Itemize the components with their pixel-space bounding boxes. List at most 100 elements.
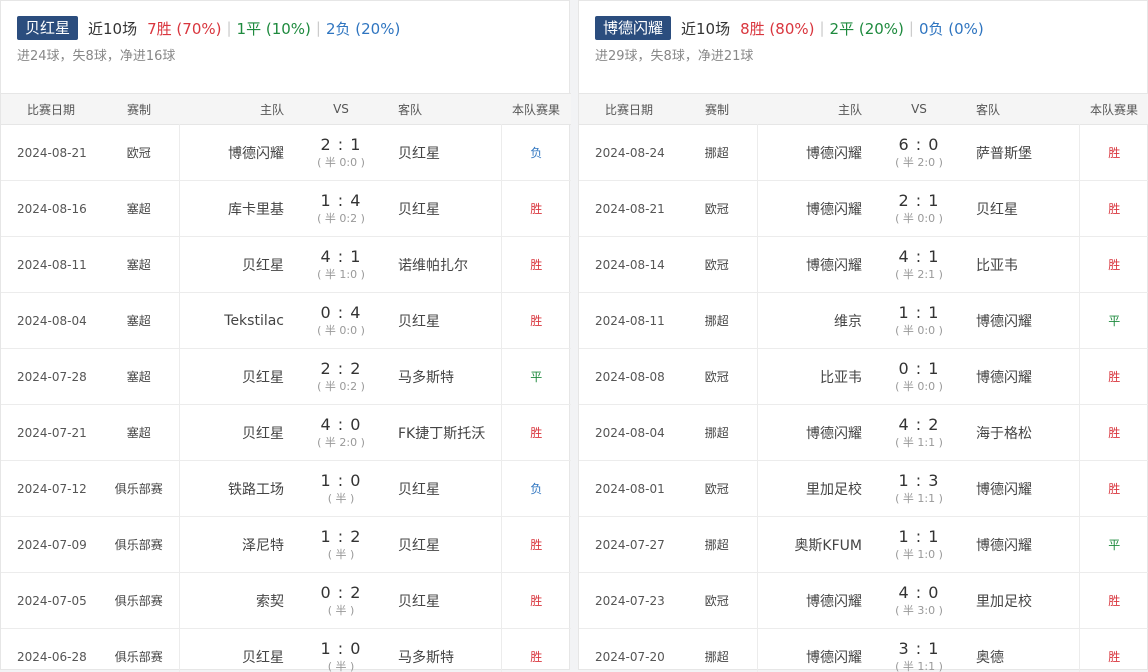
away-team[interactable]: 萨普斯堡 <box>962 124 1080 181</box>
away-team[interactable]: FK捷丁斯托沃 <box>384 404 502 461</box>
home-team[interactable]: 博德闪耀 <box>179 125 298 181</box>
losses-stat: 2负 (20%) <box>325 19 401 38</box>
full-time-score: 1 : 4 <box>320 190 362 210</box>
home-team[interactable]: 贝红星 <box>179 629 298 672</box>
match-row[interactable]: 2024-08-24 挪超 博德闪耀 6 : 0( 半 2:0 ) 萨普斯堡胜 <box>579 124 1148 181</box>
half-time-score: ( 半 2:1 ) <box>895 267 943 281</box>
away-team[interactable]: 博德闪耀 <box>962 460 1080 517</box>
match-row[interactable]: 2024-07-20 挪超 博德闪耀 3 : 1( 半 1:1 ) 奥德胜 <box>579 628 1148 672</box>
home-team[interactable]: 铁路工场 <box>179 461 298 517</box>
match-row[interactable]: 2024-08-11 挪超 维京 1 : 1( 半 0:0 ) 博德闪耀平 <box>579 292 1148 349</box>
match-date: 2024-08-24 <box>595 145 665 160</box>
header-result: 本队赛果 <box>511 102 560 117</box>
wins-stat: 7胜 (70%) <box>147 19 222 38</box>
home-team[interactable]: 博德闪耀 <box>757 405 876 461</box>
match-date: 2024-06-28 <box>17 649 87 664</box>
away-team[interactable]: 贝红星 <box>384 572 502 629</box>
match-row[interactable]: 2024-07-12 俱乐部赛 铁路工场 1 : 0( 半 ) 贝红星负 <box>1 460 571 517</box>
half-time-score: ( 半 0:0 ) <box>895 379 943 393</box>
match-row[interactable]: 2024-08-16 塞超 库卡里基 1 : 4( 半 0:2 ) 贝红星胜 <box>1 180 571 237</box>
match-row[interactable]: 2024-08-08 欧冠 比亚韦 0 : 1( 半 0:0 ) 博德闪耀胜 <box>579 348 1148 405</box>
home-team[interactable]: 博德闪耀 <box>757 573 876 629</box>
header-away: 客队 <box>976 102 1001 117</box>
home-team[interactable]: 贝红星 <box>179 349 298 405</box>
home-team[interactable]: Tekstilac <box>179 293 298 349</box>
half-time-score: ( 半 0:0 ) <box>895 211 943 225</box>
match-row[interactable]: 2024-08-04 挪超 博德闪耀 4 : 2( 半 1:1 ) 海于格松胜 <box>579 404 1148 461</box>
match-competition: 塞超 <box>99 236 180 293</box>
away-team[interactable]: 马多斯特 <box>384 628 502 672</box>
match-row[interactable]: 2024-08-11 塞超 贝红星 4 : 1( 半 1:0 ) 诺维帕扎尔胜 <box>1 236 571 293</box>
away-team[interactable]: 马多斯特 <box>384 348 502 405</box>
home-team[interactable]: 库卡里基 <box>179 181 298 237</box>
team-badge[interactable]: 贝红星 <box>17 16 79 40</box>
match-row[interactable]: 2024-07-09 俱乐部赛 泽尼特 1 : 2( 半 ) 贝红星胜 <box>1 516 571 573</box>
score-cell: 3 : 1( 半 1:1 ) <box>876 629 962 672</box>
full-time-score: 2 : 1 <box>320 134 362 154</box>
away-team[interactable]: 里加足校 <box>962 572 1080 629</box>
home-team[interactable]: 里加足校 <box>757 461 876 517</box>
draws-stat: 1平 (10%) <box>236 19 311 38</box>
away-team[interactable]: 博德闪耀 <box>962 348 1080 405</box>
match-competition: 俱乐部赛 <box>99 460 180 517</box>
full-time-score: 1 : 0 <box>320 638 362 658</box>
half-time-score: ( 半 ) <box>327 659 355 672</box>
match-row[interactable]: 2024-07-28 塞超 贝红星 2 : 2( 半 0:2 ) 马多斯特平 <box>1 348 571 405</box>
half-time-score: ( 半 0:0 ) <box>317 155 365 169</box>
match-competition: 俱乐部赛 <box>99 572 180 629</box>
score-cell: 0 : 1( 半 0:0 ) <box>876 349 962 405</box>
half-time-score: ( 半 1:0 ) <box>895 547 943 561</box>
match-result: 胜 <box>530 650 543 664</box>
match-row[interactable]: 2024-07-23 欧冠 博德闪耀 4 : 0( 半 3:0 ) 里加足校胜 <box>579 572 1148 629</box>
away-team[interactable]: 贝红星 <box>384 292 502 349</box>
away-team[interactable]: 博德闪耀 <box>962 292 1080 349</box>
match-row[interactable]: 2024-07-05 俱乐部赛 索契 0 : 2( 半 ) 贝红星胜 <box>1 572 571 629</box>
match-row[interactable]: 2024-08-21 欧冠 博德闪耀 2 : 1( 半 0:0 ) 贝红星胜 <box>579 180 1148 237</box>
full-time-score: 3 : 1 <box>898 638 940 658</box>
match-result: 胜 <box>1108 426 1121 440</box>
recent-matches-label: 近10场 <box>681 19 731 38</box>
match-competition: 俱乐部赛 <box>99 516 180 573</box>
away-team[interactable]: 贝红星 <box>384 180 502 237</box>
home-team[interactable]: 博德闪耀 <box>757 125 876 181</box>
full-time-score: 1 : 1 <box>898 526 940 546</box>
away-team[interactable]: 贝红星 <box>962 180 1080 237</box>
half-time-score: ( 半 1:0 ) <box>317 267 365 281</box>
away-team[interactable]: 贝红星 <box>384 124 502 181</box>
home-team[interactable]: 泽尼特 <box>179 517 298 573</box>
match-competition: 欧冠 <box>677 572 758 629</box>
table-header-row: 比赛日期 赛制 主队 VS 客队 本队赛果 <box>1 93 571 125</box>
home-team[interactable]: 博德闪耀 <box>757 237 876 293</box>
home-team[interactable]: 奥斯KFUM <box>757 517 876 573</box>
home-team[interactable]: 贝红星 <box>179 405 298 461</box>
match-row[interactable]: 2024-08-01 欧冠 里加足校 1 : 3( 半 1:1 ) 博德闪耀胜 <box>579 460 1148 517</box>
match-competition: 欧冠 <box>677 348 758 405</box>
away-team[interactable]: 贝红星 <box>384 460 502 517</box>
home-team[interactable]: 索契 <box>179 573 298 629</box>
away-team[interactable]: 奥德 <box>962 628 1080 672</box>
home-team[interactable]: 博德闪耀 <box>757 181 876 237</box>
away-team[interactable]: 比亚韦 <box>962 236 1080 293</box>
away-team[interactable]: 海于格松 <box>962 404 1080 461</box>
match-row[interactable]: 2024-08-14 欧冠 博德闪耀 4 : 1( 半 2:1 ) 比亚韦胜 <box>579 236 1148 293</box>
away-team[interactable]: 贝红星 <box>384 516 502 573</box>
match-row[interactable]: 2024-08-21 欧冠 博德闪耀 2 : 1( 半 0:0 ) 贝红星负 <box>1 124 571 181</box>
home-team[interactable]: 比亚韦 <box>757 349 876 405</box>
match-row[interactable]: 2024-07-27 挪超 奥斯KFUM 1 : 1( 半 1:0 ) 博德闪耀平 <box>579 516 1148 573</box>
score-cell: 4 : 0( 半 3:0 ) <box>876 573 962 629</box>
match-competition: 挪超 <box>677 516 758 573</box>
away-team[interactable]: 博德闪耀 <box>962 516 1080 573</box>
home-team[interactable]: 贝红星 <box>179 237 298 293</box>
home-team[interactable]: 维京 <box>757 293 876 349</box>
match-row[interactable]: 2024-08-04 塞超 Tekstilac 0 : 4( 半 0:0 ) 贝红星胜 <box>1 292 571 349</box>
home-team[interactable]: 博德闪耀 <box>757 629 876 672</box>
match-result: 胜 <box>530 426 543 440</box>
stat-separator: | <box>908 19 914 37</box>
away-team[interactable]: 诺维帕扎尔 <box>384 236 502 293</box>
match-row[interactable]: 2024-07-21 塞超 贝红星 4 : 0( 半 2:0 ) FK捷丁斯托沃胜 <box>1 404 571 461</box>
match-row[interactable]: 2024-06-28 俱乐部赛 贝红星 1 : 0( 半 ) 马多斯特胜 <box>1 628 571 672</box>
score-cell: 4 : 1( 半 1:0 ) <box>298 237 384 293</box>
score-cell: 1 : 2( 半 ) <box>298 517 384 573</box>
header-date: 比赛日期 <box>27 102 76 117</box>
team-badge[interactable]: 博德闪耀 <box>595 16 672 40</box>
